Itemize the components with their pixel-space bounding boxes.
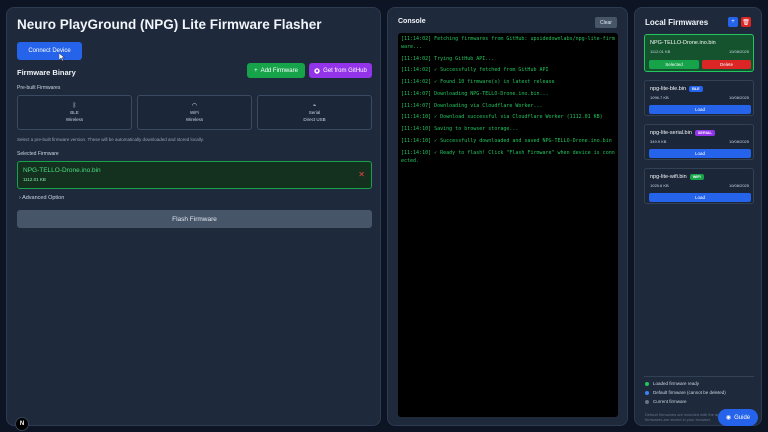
firmware-date: 10/08/2025 — [728, 139, 749, 144]
firmware-date: 10/08/2025 — [728, 183, 749, 188]
firmware-tag: WIFI — [689, 174, 704, 180]
legend-label: Default firmware (cannot be deleted) — [653, 390, 726, 395]
chevron-right-icon: › — [19, 195, 21, 201]
local-firmwares-panel: Local Firmwares + 🗑 NPG-TELLO-Drone.ino.… — [634, 7, 762, 426]
firmware-date: 10/08/2025 — [728, 49, 749, 54]
load-button[interactable]: Load — [649, 193, 751, 202]
local-firmware-item[interactable]: npg-lite-serial.bin SERIAL 349.9 KB 10/0… — [644, 124, 754, 160]
connect-device-button[interactable]: Connect Device — [17, 42, 82, 60]
divider — [644, 376, 754, 377]
option-sub: Wireless — [65, 116, 84, 122]
log-line: [11:14:10] ✓ Successfully downloaded and… — [401, 138, 612, 145]
selected-firmware-box: NPG-TELLO-Drone.ino.bin 1112.01 KB ✕ — [17, 161, 372, 189]
log-line: [11:14:02] Fetching firmwares from GitHu… — [401, 36, 615, 50]
blue-dot-icon — [645, 390, 649, 395]
firmware-name-row: npg-lite-ble.bin BLE — [650, 86, 703, 92]
prebuilt-label: Pre-built Firmwares — [17, 85, 61, 91]
firmware-size: 1112.01 KB — [650, 49, 671, 54]
firmware-name: npg-lite-serial.bin — [650, 130, 692, 136]
firmware-size: 1096.7 KB — [650, 95, 669, 100]
firmware-option-ble[interactable]: ᛒ BLE Wireless — [17, 95, 132, 130]
advanced-option-toggle[interactable]: › Advanced Option — [19, 195, 64, 201]
usb-icon: ⌁ — [312, 103, 317, 110]
selected-button[interactable]: Selected — [649, 60, 699, 69]
firmware-tag: BLE — [689, 86, 703, 92]
flasher-panel: Neuro PlayGround (NPG) Lite Firmware Fla… — [6, 7, 381, 431]
legend-label: Current firmware — [653, 399, 687, 404]
app-title: Neuro PlayGround (NPG) Lite Firmware Fla… — [17, 17, 322, 32]
firmware-size: 1025.6 KB — [650, 183, 669, 188]
firmware-name: NPG-TELLO-Drone.ino.bin — [650, 40, 716, 46]
add-local-firmware-button[interactable]: + — [728, 17, 738, 27]
add-firmware-label: Add Firmware — [260, 67, 298, 74]
legend-label: Loaded firmware ready — [653, 381, 700, 386]
firmware-option-serial[interactable]: ⌁ Serial Direct USB — [257, 95, 372, 130]
log-line: [11:14:02] ✓ Successfully fetched from G… — [401, 67, 549, 74]
firmware-binary-title: Firmware Binary — [17, 68, 76, 77]
legend-current: Current firmware — [645, 399, 687, 404]
load-button[interactable]: Load — [649, 149, 751, 158]
clear-console-button[interactable]: Clear — [595, 17, 617, 28]
gray-dot-icon — [645, 399, 649, 404]
local-firmware-item[interactable]: NPG-TELLO-Drone.ino.bin 1112.01 KB 10/08… — [644, 34, 754, 72]
delete-local-firmware-button[interactable]: 🗑 — [741, 17, 751, 27]
firmware-name: npg-lite-wifi.bin — [650, 174, 687, 180]
firmware-name: npg-lite-ble.bin — [650, 86, 687, 92]
get-from-github-button[interactable]: Get from GitHub — [309, 63, 372, 78]
firmware-date: 10/08/2025 — [728, 95, 749, 100]
guide-label: Guide — [734, 414, 751, 421]
guide-button[interactable]: ◉ Guide — [718, 409, 758, 426]
local-firmwares-title: Local Firmwares — [645, 18, 709, 27]
log-line: [11:14:02] ✓ Found 10 firmware(s) in lat… — [401, 79, 555, 86]
local-firmware-item[interactable]: npg-lite-ble.bin BLE 1096.7 KB 10/08/202… — [644, 80, 754, 116]
console-output: [11:14:02] Fetching firmwares from GitHu… — [398, 33, 618, 417]
bluetooth-icon: ᛒ — [72, 103, 77, 110]
trash-icon: 🗑 — [742, 19, 750, 26]
help-icon: ◉ — [725, 415, 732, 421]
log-line: [11:14:02] Trying GitHub API... — [401, 55, 495, 62]
load-button[interactable]: Load — [649, 105, 751, 114]
firmware-option-wifi[interactable]: ◠ WiFi Wireless — [137, 95, 252, 130]
local-firmware-item[interactable]: npg-lite-wifi.bin WIFI 1025.6 KB 10/08/2… — [644, 168, 754, 204]
firmware-name-row: npg-lite-serial.bin SERIAL — [650, 130, 715, 136]
console-panel: Console Clear [11:14:02] Fetching firmwa… — [387, 7, 628, 426]
prebuilt-hint: Select a pre-built firmware version. The… — [17, 137, 204, 142]
add-firmware-button[interactable]: + Add Firmware — [247, 63, 305, 78]
flash-firmware-button[interactable]: Flash Firmware — [17, 210, 372, 228]
selected-firmware-name: NPG-TELLO-Drone.ino.bin — [23, 167, 101, 174]
firmware-name-row: npg-lite-wifi.bin WIFI — [650, 174, 704, 180]
mouse-cursor-icon — [59, 53, 65, 61]
close-icon[interactable]: ✕ — [358, 171, 365, 179]
firmware-tag: SERIAL — [694, 130, 715, 136]
delete-button[interactable]: Delete — [702, 60, 751, 69]
option-sub: Direct USB — [303, 116, 326, 122]
github-label: Get from GitHub — [323, 67, 367, 74]
plus-icon: + — [731, 19, 735, 25]
selected-firmware-size: 1112.01 KB — [23, 177, 46, 182]
plus-icon: + — [254, 67, 258, 74]
console-title: Console — [398, 18, 426, 25]
github-icon — [314, 67, 320, 74]
log-line: [11:14:10] Saving to browser storage... — [401, 126, 519, 133]
advanced-option-label: Advanced Option — [22, 195, 65, 201]
legend-default: Default firmware (cannot be deleted) — [645, 390, 726, 395]
app-logo: N — [15, 417, 29, 431]
log-line: [11:14:07] Downloading NPG-TELLO-Drone.i… — [401, 90, 549, 97]
log-line: [11:14:07] Downloading via Cloudflare Wo… — [401, 102, 543, 109]
log-line: [11:14:10] ✓ Ready to flash! Click "Flas… — [401, 149, 615, 164]
option-sub: Wireless — [185, 116, 204, 122]
firmware-size: 349.9 KB — [650, 139, 667, 144]
log-line: [11:14:10] ✓ Download successful via Clo… — [401, 114, 603, 121]
legend-loaded: Loaded firmware ready — [645, 381, 699, 386]
green-dot-icon — [645, 381, 649, 386]
selected-firmware-label: Selected Firmware — [17, 151, 59, 157]
wifi-icon: ◠ — [191, 103, 198, 110]
